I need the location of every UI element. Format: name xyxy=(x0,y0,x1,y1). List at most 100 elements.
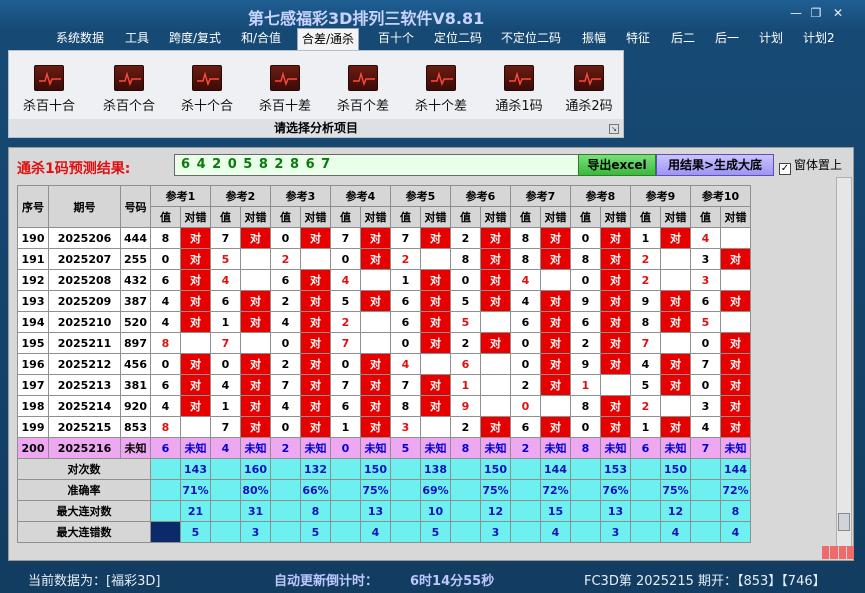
value-cell: 3 xyxy=(390,416,421,438)
value-cell: 2 xyxy=(270,353,301,375)
table-row[interactable]: 198 2025214 920 4 对 1 对 4 对 6 对 8 对 9 0 8 对 2 3 对 xyxy=(17,395,751,417)
ribbon-button[interactable]: 杀百个差 xyxy=(329,65,397,115)
stat-value: 12 xyxy=(660,500,691,522)
table-row[interactable]: 192 2025208 432 6 对 4 6 对 4 1 对 0 对 4 0 对 2 3 xyxy=(17,269,751,291)
ribbon-button[interactable]: 杀百十合 xyxy=(15,65,83,115)
prediction-value: 8 xyxy=(450,437,481,459)
row-seq: 192 xyxy=(17,269,49,291)
prediction-value: 0 xyxy=(330,437,361,459)
miss-cell xyxy=(720,311,751,333)
header-ref: 参考9 xyxy=(630,185,691,207)
value-cell: 2 xyxy=(450,332,481,354)
ribbon-button[interactable]: 杀十个合 xyxy=(173,65,241,115)
table-row[interactable]: 190 2025206 444 8 对 7 对 0 对 7 对 7 对 2 对 8 对 0 对 1 对 4 xyxy=(17,227,751,249)
stat-label: 对次数 xyxy=(17,458,151,480)
restore-icon[interactable]: ❐ xyxy=(808,6,824,20)
miss-cell xyxy=(360,269,391,291)
hit-cell: 对 xyxy=(240,311,271,333)
row-number: 255 xyxy=(120,248,151,270)
ribbon-button-label: 杀百个合 xyxy=(102,99,155,114)
chart-icon xyxy=(114,65,144,91)
hit-cell: 对 xyxy=(300,353,331,375)
ribbon-button[interactable]: 通杀1码 xyxy=(485,65,553,115)
row-seq: 196 xyxy=(17,353,49,375)
menu-item[interactable]: 后二 xyxy=(667,28,699,50)
topmost-checkbox[interactable]: ✓ 窗体置上 xyxy=(779,156,842,175)
stat-value: 80% xyxy=(240,479,271,501)
prediction-row[interactable]: 200 2025216 未知 6 未知 4 未知 2 未知 0 未知 5 未知 8 未知 2 未知 8 未知 6 未知 7… xyxy=(17,437,751,459)
export-excel-button[interactable]: 导出excel xyxy=(578,154,656,176)
table-row[interactable]: 195 2025211 897 8 7 0 对 7 0 对 2 对 0 对 2 对 7 0 对 xyxy=(17,332,751,354)
value-cell: 4 xyxy=(630,353,661,375)
menu-item[interactable]: 特征 xyxy=(622,28,654,50)
table-row[interactable]: 196 2025212 456 0 对 0 对 2 对 0 对 4 6 0 对 9 对 4 对 7 对 xyxy=(17,353,751,375)
value-cell: 4 xyxy=(150,395,181,417)
menu-item[interactable]: 跨度/复式 xyxy=(165,28,225,50)
table-row[interactable]: 193 2025209 387 4 对 6 对 2 对 5 对 6 对 5 对 4 对 9 对 9 对 6 对 xyxy=(17,290,751,312)
value-cell: 7 xyxy=(270,374,301,396)
hit-cell: 对 xyxy=(240,416,271,438)
row-number: 387 xyxy=(120,290,151,312)
hit-cell: 对 xyxy=(660,311,691,333)
value-cell: 9 xyxy=(570,353,601,375)
menu-item[interactable]: 定位二码 xyxy=(430,28,486,50)
table-row[interactable]: 191 2025207 255 0 对 5 2 0 对 2 8 对 8 对 8 对 2 3 对 xyxy=(17,248,751,270)
table-row[interactable]: 194 2025210 520 4 对 1 对 4 对 2 6 对 5 6 对 6 对 8 对 5 xyxy=(17,311,751,333)
stat-spacer xyxy=(270,458,301,480)
menu-item[interactable]: 百十个 xyxy=(374,28,418,50)
hit-cell: 对 xyxy=(180,374,211,396)
draw-info-text: FC3D第 2025215 期开：【853】【746】 xyxy=(584,574,826,589)
ribbon-expand-icon[interactable]: ↘ xyxy=(609,124,619,134)
menu-item[interactable]: 计划 xyxy=(755,28,787,50)
header-value: 值 xyxy=(450,206,481,228)
hit-cell: 对 xyxy=(420,374,451,396)
value-cell: 2 xyxy=(330,311,361,333)
value-cell: 6 xyxy=(210,290,241,312)
menu-item[interactable]: 振幅 xyxy=(578,28,610,50)
table-row[interactable]: 197 2025213 381 6 对 4 对 7 对 7 对 7 对 1 2 对 1 5 对 0 对 xyxy=(17,374,751,396)
menu-item[interactable]: 和/合值 xyxy=(237,28,285,50)
ribbon-button-label: 通杀2码 xyxy=(565,99,613,114)
hit-cell: 对 xyxy=(480,332,511,354)
hit-cell: 对 xyxy=(540,353,571,375)
close-icon[interactable]: ✕ xyxy=(830,6,846,20)
stat-value: 72% xyxy=(720,479,751,501)
vertical-scrollbar[interactable] xyxy=(836,177,852,547)
ribbon-button[interactable]: 通杀2码 xyxy=(555,65,623,115)
stat-spacer xyxy=(570,521,601,543)
value-cell: 0 xyxy=(510,353,541,375)
stat-value: 150 xyxy=(360,458,391,480)
hit-cell: 对 xyxy=(360,353,391,375)
ribbon-button[interactable]: 杀百个合 xyxy=(95,65,163,115)
prediction-value: 2 xyxy=(510,437,541,459)
row-period: 2025212 xyxy=(48,353,121,375)
stat-spacer xyxy=(390,521,421,543)
value-cell: 6 xyxy=(570,311,601,333)
stat-spacer xyxy=(510,458,541,480)
menu-item[interactable]: 不定位二码 xyxy=(497,28,565,50)
ribbon-button[interactable]: 杀百十差 xyxy=(251,65,319,115)
menu-item[interactable]: 计划2 xyxy=(799,28,839,50)
generate-base-button[interactable]: 用结果>生成大底 xyxy=(656,154,774,176)
menu-item[interactable]: 后一 xyxy=(711,28,743,50)
value-cell: 4 xyxy=(390,353,421,375)
row-period: 2025211 xyxy=(48,332,121,354)
scroll-thumb[interactable] xyxy=(838,513,850,531)
minimize-icon[interactable]: — xyxy=(788,6,804,20)
value-cell: 0 xyxy=(270,227,301,249)
checkbox-icon[interactable]: ✓ xyxy=(779,163,791,175)
header-ref: 参考10 xyxy=(690,185,751,207)
table-row[interactable]: 199 2025215 853 8 7 对 0 对 1 对 3 2 对 6 对 0 对 1 对 4 对 xyxy=(17,416,751,438)
value-cell: 4 xyxy=(510,290,541,312)
stat-value: 144 xyxy=(720,458,751,480)
ribbon-button[interactable]: 杀十个差 xyxy=(407,65,475,115)
header-hit: 对错 xyxy=(420,206,451,228)
menu-item[interactable]: 合差/通杀 xyxy=(297,28,360,50)
stat-spacer xyxy=(450,479,481,501)
value-cell: 8 xyxy=(390,395,421,417)
menu-item[interactable]: 工具 xyxy=(121,28,153,50)
menu-item[interactable]: 系统数据 xyxy=(52,28,108,50)
stat-spacer xyxy=(150,500,181,522)
hit-cell: 对 xyxy=(420,332,451,354)
hit-cell: 对 xyxy=(300,416,331,438)
